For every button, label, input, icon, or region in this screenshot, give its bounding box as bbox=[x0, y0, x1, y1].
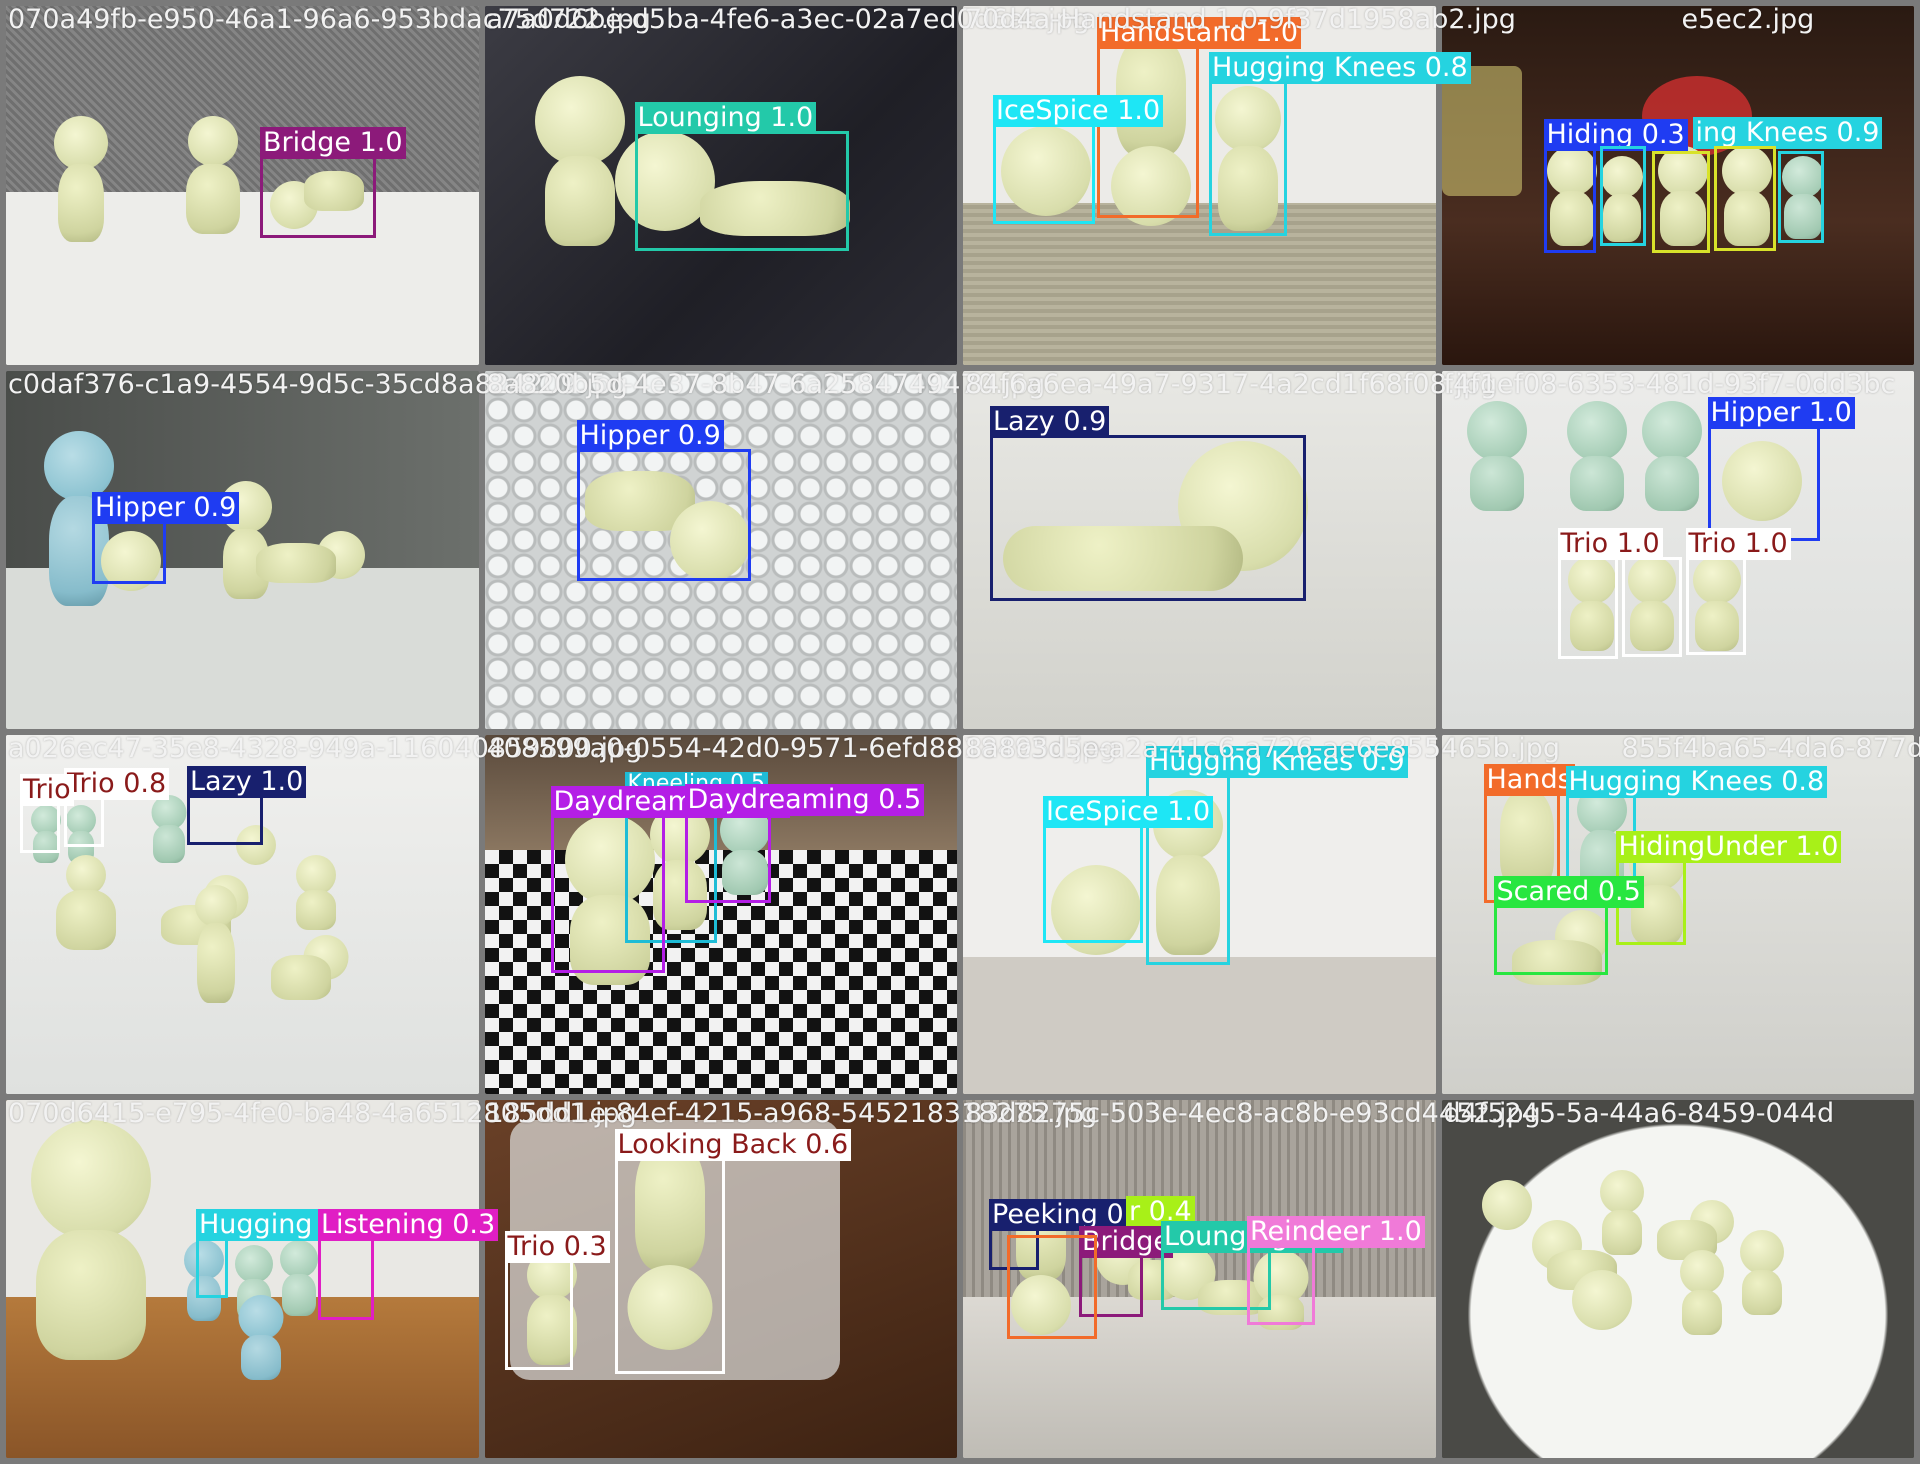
detection-box bbox=[1777, 151, 1824, 243]
detection-label: Hipper 0.9 bbox=[576, 419, 724, 452]
photo bbox=[6, 6, 479, 365]
figurine bbox=[246, 935, 356, 1005]
image-tile: Hipper 1.0 Trio 1.0 Trio 1.0 f4f1ef08-63… bbox=[1441, 369, 1914, 729]
detection-label: Listening 0.3 bbox=[318, 1208, 499, 1241]
detection-grid: Bridge 1.0 070a49fb-e950-46a1-96a6-953bd… bbox=[0, 0, 1920, 1464]
detection-label: Hugging Knees 0.8 bbox=[1209, 52, 1471, 84]
detection-label: Scared 0.5 bbox=[1493, 876, 1644, 908]
detection-label: IceSpice 1.0 bbox=[1043, 796, 1214, 828]
image-tile: Handstand 1.0 Hugging Knees 0.8 IceSpice… bbox=[963, 4, 1516, 365]
detection-label: Trio 0.3 bbox=[504, 1230, 610, 1263]
figurine bbox=[1637, 400, 1707, 511]
image-tile: Bridge 1.0 070a49fb-e950-46a1-96a6-953bd… bbox=[6, 4, 651, 365]
image-tile: Hugging K Listening 0.3 070d6415-e795-4f… bbox=[6, 1098, 637, 1458]
figurine bbox=[26, 1119, 156, 1360]
figurine bbox=[256, 530, 371, 586]
photo bbox=[6, 370, 479, 729]
figurine bbox=[1462, 400, 1532, 511]
detection-label: Hugging Knees 0.9 bbox=[1146, 746, 1408, 778]
detection-box bbox=[1713, 146, 1776, 251]
detection-box: Hugging K bbox=[196, 1208, 342, 1298]
photo bbox=[1441, 1099, 1914, 1458]
detection-box bbox=[1007, 1234, 1097, 1339]
figurine bbox=[41, 116, 121, 246]
figurine bbox=[1562, 400, 1632, 511]
detection-box: Trio 0.3 bbox=[504, 1230, 610, 1370]
detection-box: Bridge 1.0 bbox=[260, 127, 406, 238]
figurine bbox=[181, 116, 245, 241]
detection-box: Trio 1.0 bbox=[1557, 527, 1663, 659]
detection-box: Hugging Knees 0.8 bbox=[1209, 52, 1471, 236]
image-tile: Hugging Knees 0.9 IceSpice 1.0 8a8c3d5e-… bbox=[963, 733, 1560, 1094]
image-tile: Kneeling 0.5 Daydreaming 0.4 Daydreaming… bbox=[484, 733, 1117, 1094]
detection-box bbox=[1621, 556, 1682, 657]
detection-box: Daydreaming 0.5 bbox=[684, 784, 925, 903]
figurine bbox=[146, 795, 191, 865]
detection-box: Reindeer 1.0 bbox=[1247, 1215, 1425, 1325]
detection-box bbox=[1651, 151, 1710, 253]
image-tile: Lounging 1.0 a7a0d6be-d5ba-4fe6-a3ec-02a… bbox=[484, 4, 1090, 365]
detection-box: Lounging 1.0 bbox=[634, 102, 849, 251]
image-tile: Trio 0.8 Trio Lazy 1.0 a026ec47-35e8-432… bbox=[6, 733, 642, 1094]
detection-box: Hiding 0.3 bbox=[1543, 119, 1688, 253]
detection-label: Hugging Knees 0.8 bbox=[1565, 766, 1828, 798]
detection-label: HidingUnder 1.0 bbox=[1615, 831, 1842, 863]
image-tile: Hipper 0.9 c0daf376-c1a9-4554-9d5c-35cd8… bbox=[6, 369, 628, 729]
image-tile: d4f5245-5a-44a6-8459-044d bbox=[1441, 1098, 1914, 1458]
image-tile: Lazy 0.9 84f6a6ea-49a7-9317-4a2cd1f68f08… bbox=[963, 369, 1497, 729]
image-tile: Looking Back 0.6 Trio 0.3 185dd1e-84ef-4… bbox=[484, 1098, 1097, 1458]
detection-label: Trio 1.0 bbox=[1557, 527, 1663, 560]
detection-label: Hands bbox=[1483, 764, 1575, 796]
detection-label: Trio 0.8 bbox=[64, 768, 170, 800]
figurine bbox=[1562, 1269, 1642, 1350]
figurine bbox=[186, 885, 246, 1015]
detection-label: Hipper 1.0 bbox=[1707, 396, 1855, 429]
image-tile: Hands Hugging Knees 0.8 HidingUnder 1.0 … bbox=[1441, 733, 1920, 1094]
detection-label: Reindeer 1.0 bbox=[1247, 1215, 1425, 1248]
detection-label: IceSpice 1.0 bbox=[993, 95, 1164, 127]
detection-box: IceSpice 1.0 bbox=[993, 95, 1164, 224]
detection-box: IceSpice 1.0 bbox=[1043, 796, 1214, 943]
figurine bbox=[286, 855, 346, 935]
image-tile: Peeking 0.3 r 0.4 Bridge Lounging 1.0 Re… bbox=[963, 1098, 1541, 1458]
figurine bbox=[236, 1294, 286, 1385]
detection-box: ing Knees 0.9 bbox=[1599, 117, 1883, 246]
detection-label: Daydreaming 0.5 bbox=[684, 784, 925, 816]
detection-label: Looking Back 0.6 bbox=[614, 1128, 852, 1161]
detection-box: Hipper 1.0 bbox=[1707, 396, 1855, 541]
detection-box: Daydreaming 0.4 bbox=[550, 786, 791, 973]
figurine bbox=[46, 855, 126, 955]
detection-box: Trio bbox=[20, 774, 74, 853]
image-tile: Hipper 0.9 8a820b5d-4e37-8b47-6a25847494… bbox=[484, 369, 1045, 729]
detection-box: Handstand 1.0 bbox=[1097, 17, 1302, 218]
detection-label: Trio 1.0 bbox=[1685, 527, 1791, 560]
detection-label: Lazy 1.0 bbox=[187, 766, 307, 798]
detection-box: Trio 1.0 bbox=[1685, 527, 1791, 655]
detection-box: Looking Back 0.6 bbox=[614, 1128, 852, 1374]
detection-label: Bridge 1.0 bbox=[260, 127, 406, 159]
detection-box: Scared 0.5 bbox=[1493, 876, 1644, 975]
detection-box: Lazy 1.0 bbox=[187, 766, 307, 845]
detection-label: ing Knees 0.9 bbox=[1692, 117, 1883, 149]
image-tile: Hiding 0.3 ing Knees 0.9 e5ec2.jpg bbox=[1441, 4, 1914, 365]
detection-label: Hipper 0.9 bbox=[92, 491, 240, 524]
detection-label: Trio bbox=[20, 774, 74, 806]
detection-label: Lazy 0.9 bbox=[990, 405, 1110, 438]
photo bbox=[6, 1099, 479, 1458]
detection-box: Hipper 0.9 bbox=[92, 491, 240, 584]
detection-box: Hipper 0.9 bbox=[576, 419, 751, 581]
detection-label: Handstand 1.0 bbox=[1097, 17, 1302, 49]
figurine bbox=[1732, 1229, 1792, 1320]
detection-label: Lounging 1.0 bbox=[634, 102, 817, 134]
figurine bbox=[1672, 1249, 1732, 1340]
detection-box: Listening 0.3 bbox=[318, 1208, 499, 1320]
detection-box: Lazy 0.9 bbox=[990, 405, 1306, 601]
